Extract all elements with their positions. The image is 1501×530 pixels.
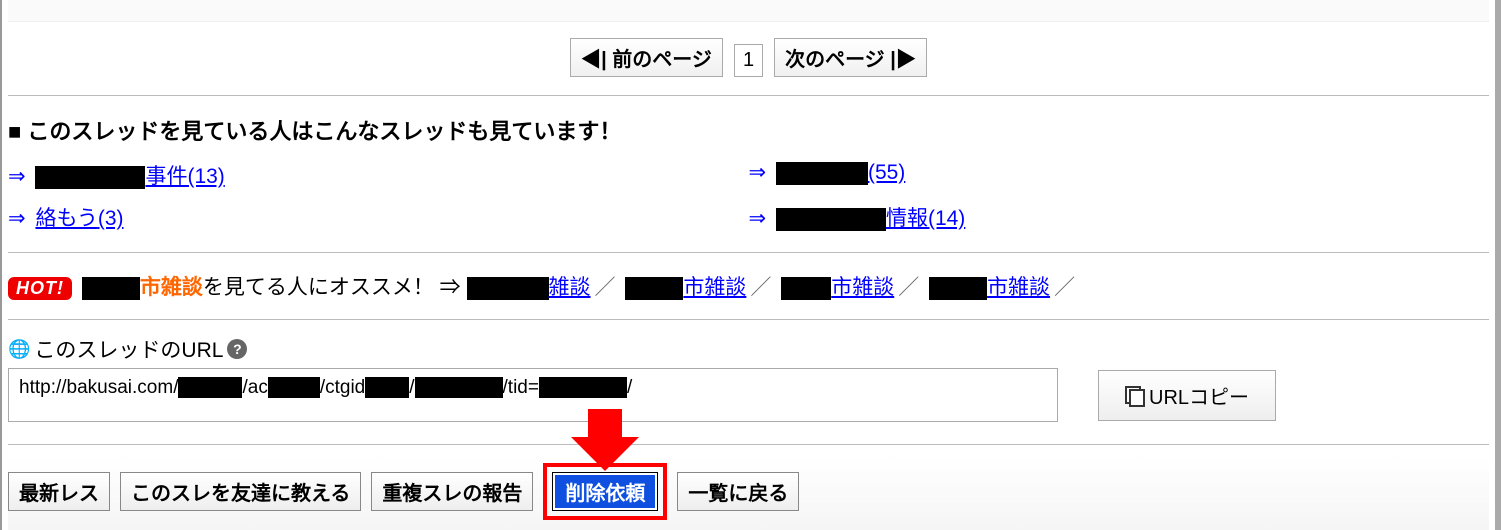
related-link[interactable]: 情報(14)	[776, 207, 965, 230]
delete-highlight-box: 削除依頼	[543, 463, 667, 520]
hot-tagline: を見てる人にオススメ！ ⇒	[203, 276, 461, 299]
divider	[8, 252, 1489, 253]
related-link[interactable]: 事件(13)	[35, 165, 224, 188]
url-row: http://bakusai.com//ac/ctgid//tid=/ URLコ…	[8, 368, 1489, 434]
help-icon[interactable]: ?	[227, 339, 247, 359]
related-item: ⇒ (55)	[749, 154, 1490, 196]
copy-url-button[interactable]: URLコピー	[1098, 370, 1276, 421]
related-item: ⇒ 事件(13)	[8, 154, 749, 196]
top-bar	[8, 0, 1489, 22]
url-display[interactable]: http://bakusai.com//ac/ctgid//tid=/	[8, 368, 1058, 422]
hot-link[interactable]: 市雑談	[987, 276, 1050, 299]
related-threads: ⇒ 事件(13) ⇒ (55) ⇒ 絡もう(3) ⇒ 情報(14)	[8, 150, 1489, 242]
hot-recommendation: HOT! 市雑談を見てる人にオススメ！ ⇒ 雑談／ 市雑談／ 市雑談／ 市雑談／	[8, 263, 1489, 309]
hot-link[interactable]: 市雑談	[683, 276, 746, 299]
related-item: ⇒ 絡もう(3)	[8, 196, 749, 238]
related-link[interactable]: (55)	[776, 161, 905, 184]
page-number: 1	[734, 44, 763, 77]
back-to-list-button[interactable]: 一覧に戻る	[677, 472, 799, 511]
arrow-icon: ⇒	[8, 165, 26, 188]
tell-friend-button[interactable]: このスレを友達に教える	[120, 472, 361, 511]
latest-res-button[interactable]: 最新レス	[8, 472, 110, 511]
report-duplicate-button[interactable]: 重複スレの報告	[371, 472, 533, 511]
related-link[interactable]: 絡もう(3)	[35, 207, 123, 230]
next-page-button[interactable]: 次のページ |▶	[774, 38, 927, 77]
arrow-icon: ⇒	[8, 207, 26, 230]
hot-link[interactable]: 市雑談	[831, 276, 894, 299]
pager: ◀| 前のページ 1 次のページ |▶	[8, 22, 1489, 85]
arrow-icon: ⇒	[749, 207, 767, 230]
divider	[8, 444, 1489, 445]
prev-page-button[interactable]: ◀| 前のページ	[570, 38, 723, 77]
copy-icon	[1125, 386, 1143, 404]
hot-badge: HOT!	[8, 277, 72, 300]
arrow-icon: ⇒	[749, 161, 767, 184]
arrow-down-icon	[588, 409, 622, 439]
action-button-row: 最新レス このスレを友達に教える 重複スレの報告 削除依頼 一覧に戻る	[8, 455, 1489, 530]
arrow-down-icon	[571, 437, 639, 471]
divider	[8, 319, 1489, 320]
related-item: ⇒ 情報(14)	[749, 196, 1490, 238]
globe-icon: 🌐	[8, 339, 30, 360]
hot-link[interactable]: 雑談	[549, 276, 591, 299]
delete-request-button[interactable]: 削除依頼	[553, 473, 657, 510]
divider	[8, 95, 1489, 96]
related-heading: ■ このスレッドを見ている人はこんなスレッドも見ています！	[8, 106, 1489, 150]
url-label: 🌐 このスレッドのURL ?	[8, 330, 1489, 368]
hot-topic: 市雑談	[140, 276, 203, 299]
